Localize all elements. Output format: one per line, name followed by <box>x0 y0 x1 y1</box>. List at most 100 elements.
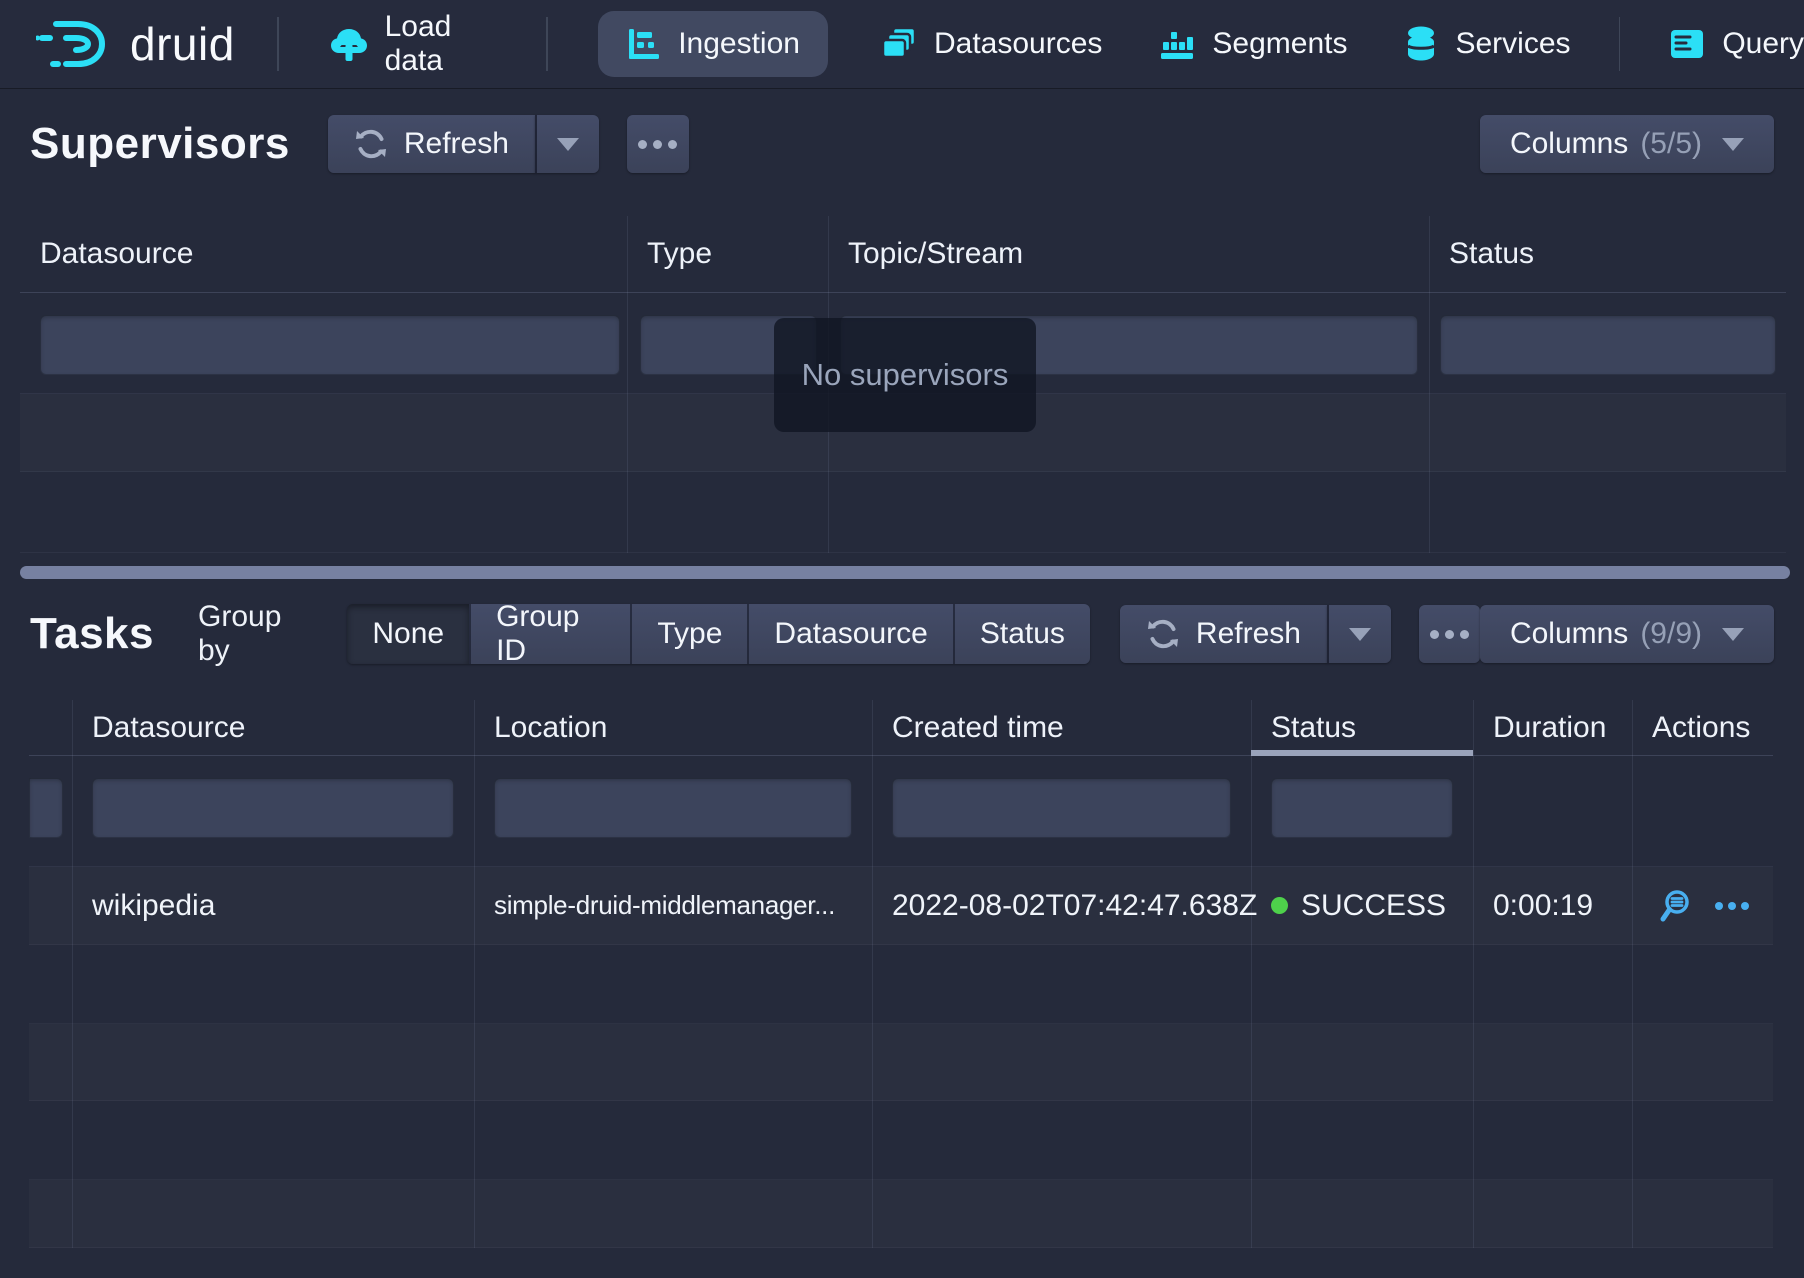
nav-label: Segments <box>1212 27 1347 61</box>
nav-label: Datasources <box>934 27 1102 61</box>
supervisors-refresh-split-button: Refresh <box>328 115 599 173</box>
table-row <box>29 1101 1773 1180</box>
cell-datasource: wikipedia <box>92 867 215 944</box>
chevron-down-icon <box>1722 628 1744 641</box>
header-duration[interactable]: Duration <box>1493 700 1606 756</box>
group-by-label: Group by <box>198 600 319 668</box>
tasks-table: Datasource Location Created time Status … <box>29 700 1773 1248</box>
header-datasource[interactable]: Datasource <box>92 700 245 756</box>
chevron-down-icon <box>557 138 579 151</box>
tasks-refresh-interval-button[interactable] <box>1327 605 1391 663</box>
header-created-time[interactable]: Created time <box>892 700 1064 756</box>
task-actions-menu-icon[interactable] <box>1715 902 1749 910</box>
navbar-divider <box>1619 17 1621 71</box>
task-row-wikipedia[interactable]: wikipedia simple-druid-middlemanager... … <box>29 867 1773 945</box>
nav-item-datasources[interactable]: Datasources <box>880 25 1102 63</box>
nav-label: Services <box>1455 27 1570 61</box>
supervisors-toolbar: Supervisors Refresh <box>30 112 1774 176</box>
top-navbar: druid Load data <box>0 0 1804 88</box>
header-topic-stream[interactable]: Topic/Stream <box>828 216 1429 292</box>
tasks-refresh-split-button: Refresh <box>1120 605 1391 663</box>
nav-item-services[interactable]: Services <box>1403 24 1570 64</box>
filter-input-status[interactable] <box>1271 778 1453 838</box>
brand-name: druid <box>130 17 235 71</box>
refresh-label: Refresh <box>404 127 509 161</box>
druid-console: druid Load data <box>0 0 1804 1278</box>
nav-item-query[interactable]: Query <box>1668 26 1804 62</box>
horizontal-scrollbar[interactable] <box>20 566 1790 579</box>
group-by-type-button[interactable]: Type <box>630 604 747 664</box>
chevron-down-icon <box>1349 628 1371 641</box>
bar-chart-icon <box>1158 25 1196 63</box>
columns-label: Columns <box>1510 617 1628 651</box>
header-status-sorted[interactable]: Status <box>1271 700 1356 756</box>
table-row <box>29 945 1773 1024</box>
cell-duration: 0:00:19 <box>1493 867 1593 944</box>
tasks-filter-row <box>29 756 1773 867</box>
tasks-columns-button[interactable]: Columns (9/9) <box>1480 605 1774 663</box>
columns-count: (9/9) <box>1640 617 1702 651</box>
supervisors-refresh-interval-button[interactable] <box>535 115 599 173</box>
cell-created-time: 2022-08-02T07:42:47.638Z <box>892 867 1257 944</box>
gantt-chart-icon <box>626 26 662 62</box>
supervisors-columns-button[interactable]: Columns (5/5) <box>1480 115 1774 173</box>
header-type[interactable]: Type <box>627 216 828 292</box>
header-actions[interactable]: Actions <box>1652 700 1750 756</box>
console-icon <box>1668 26 1706 62</box>
cell-status: SUCCESS <box>1271 867 1446 944</box>
refresh-icon <box>354 127 388 161</box>
table-row <box>29 1180 1773 1248</box>
nav-item-load-data[interactable]: Load data <box>329 10 499 78</box>
no-supervisors-message: No supervisors <box>774 318 1036 432</box>
filter-input-task-id[interactable] <box>29 778 63 838</box>
table-row <box>20 472 1786 553</box>
nav-item-segments[interactable]: Segments <box>1158 25 1347 63</box>
supervisors-table: Datasource Type Topic/Stream Status No s… <box>20 216 1786 553</box>
more-icon <box>638 140 647 149</box>
supervisors-table-header: Datasource Type Topic/Stream Status <box>20 216 1786 293</box>
columns-count: (5/5) <box>1640 127 1702 161</box>
refresh-label: Refresh <box>1196 617 1301 651</box>
group-by-group-id-button[interactable]: Group ID <box>469 604 630 664</box>
header-datasource[interactable]: Datasource <box>20 216 627 292</box>
group-by-status-button[interactable]: Status <box>953 604 1090 664</box>
header-status[interactable]: Status <box>1429 216 1786 292</box>
columns-label: Columns <box>1510 127 1628 161</box>
tasks-title: Tasks <box>30 609 154 659</box>
cloud-upload-icon <box>329 24 369 64</box>
filter-input-datasource[interactable] <box>40 315 620 375</box>
supervisors-refresh-button[interactable]: Refresh <box>328 115 535 173</box>
more-icon <box>1430 630 1439 639</box>
druid-logo[interactable]: druid <box>36 12 235 76</box>
cell-actions <box>1632 867 1773 944</box>
database-icon <box>1403 24 1439 64</box>
supervisors-more-button[interactable] <box>627 115 689 173</box>
navbar-divider <box>277 17 279 71</box>
status-text: SUCCESS <box>1301 889 1446 923</box>
nav-label: Ingestion <box>678 27 800 61</box>
tasks-table-header: Datasource Location Created time Status … <box>29 700 1773 756</box>
navbar-divider <box>546 17 548 71</box>
nav-item-ingestion[interactable]: Ingestion <box>598 11 828 77</box>
group-by-none-button[interactable]: None <box>347 604 469 664</box>
nav-label: Query <box>1722 27 1804 61</box>
druid-logo-icon <box>36 12 114 76</box>
success-status-dot <box>1271 897 1288 914</box>
filter-input-created-time[interactable] <box>892 778 1231 838</box>
supervisors-title: Supervisors <box>30 119 290 169</box>
refresh-icon <box>1146 617 1180 651</box>
stacked-layers-icon <box>880 25 918 63</box>
filter-input-location[interactable] <box>494 778 852 838</box>
table-row <box>29 1024 1773 1101</box>
group-by-datasource-button[interactable]: Datasource <box>747 604 952 664</box>
tasks-more-button[interactable] <box>1419 605 1480 663</box>
group-by-button-group: None Group ID Type Datasource Status <box>347 604 1090 664</box>
tasks-toolbar: Tasks Group by None Group ID Type Dataso… <box>30 602 1774 666</box>
chevron-down-icon <box>1722 138 1744 151</box>
nav-label: Load data <box>385 10 499 78</box>
tasks-refresh-button[interactable]: Refresh <box>1120 605 1327 663</box>
task-detail-magnifier-icon[interactable] <box>1657 888 1693 924</box>
filter-input-datasource[interactable] <box>92 778 454 838</box>
header-location[interactable]: Location <box>494 700 607 756</box>
filter-input-status[interactable] <box>1440 315 1776 375</box>
